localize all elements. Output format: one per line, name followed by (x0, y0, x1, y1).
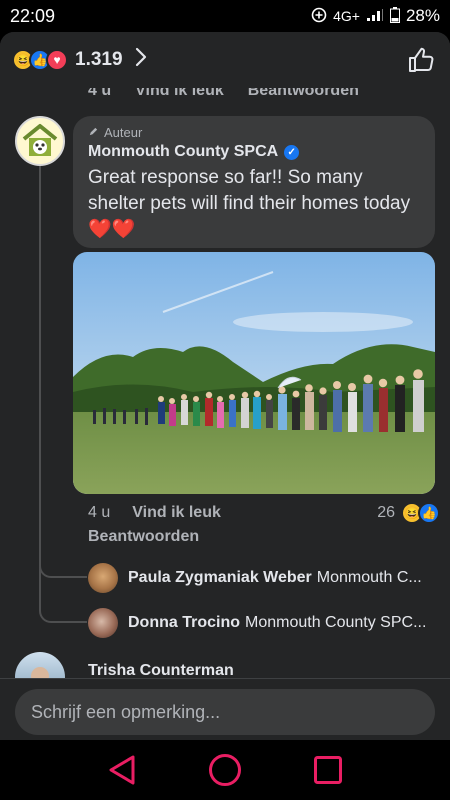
avatar[interactable] (88, 608, 118, 638)
reply-snippet: Monmouth County SPC... (245, 614, 427, 631)
pencil-icon (88, 125, 99, 140)
list-item[interactable]: Paula Zygmaniak Weber Monmouth C... (88, 563, 435, 593)
comment-body: Great response so far!! So many shelter … (88, 165, 420, 243)
avatar[interactable] (15, 116, 65, 166)
reply-connector (39, 575, 87, 623)
chevron-right-icon[interactable] (135, 47, 147, 73)
comment-author[interactable]: Monmouth County SPCA ✓ (88, 143, 420, 161)
comment-author-name[interactable]: Monmouth County SPCA (88, 143, 278, 161)
reply-author[interactable]: Donna Trocino (128, 614, 240, 632)
status-indicators: 4G+ 28% (311, 6, 440, 26)
home-icon[interactable] (205, 750, 245, 790)
battery-icon (389, 6, 400, 26)
reaction-icons: 😆 👍 ♥ (12, 49, 68, 71)
like-link[interactable]: Vind ik leuk (132, 504, 221, 522)
status-bar: 22:09 4G+ 28% (0, 0, 450, 32)
battery-level: 28% (405, 6, 440, 25)
like-icon: 👍 (418, 502, 440, 524)
status-time: 22:09 (10, 5, 56, 26)
comment-bubble[interactable]: Auteur Monmouth County SPCA ✓ Great resp… (73, 116, 435, 248)
thumbs-up-icon[interactable] (404, 43, 438, 77)
author-badge: Auteur (88, 125, 420, 140)
comment-reaction-count[interactable]: 26 (377, 504, 395, 522)
reply-author[interactable]: Paula Zygmaniak Weber (128, 569, 312, 587)
reply-snippet: Monmouth C... (316, 569, 422, 586)
comment-reactions[interactable]: 😆 👍 (401, 502, 440, 524)
reactions-header[interactable]: 😆 👍 ♥ 1.319 (0, 32, 450, 88)
network-type: 4G+ (333, 8, 360, 24)
data-saver-icon (311, 7, 327, 26)
navigation-bar (0, 740, 450, 800)
back-icon[interactable] (102, 750, 142, 790)
recents-icon[interactable] (308, 750, 348, 790)
heart-emoji: ❤️❤️ (88, 219, 136, 240)
comment-text: Great response so far!! So many shelter … (88, 167, 411, 214)
comment-composer: Schrijf een opmerking... (0, 678, 450, 742)
reply-link[interactable]: Beantwoorden (88, 528, 199, 546)
reaction-count[interactable]: 1.319 (75, 49, 123, 71)
comment-input-placeholder: Schrijf een opmerking... (31, 701, 221, 722)
comment-time: 4 u (88, 504, 111, 521)
thread-line (39, 136, 41, 602)
comment-photo[interactable] (73, 252, 435, 494)
comment-actions: 4 u Vind ik leuk 26 😆 👍 (88, 502, 440, 524)
verified-icon: ✓ (284, 144, 300, 160)
signal-icon (366, 8, 384, 25)
love-icon: ♥ (46, 49, 68, 71)
author-badge-label: Auteur (104, 125, 143, 140)
comment-input[interactable]: Schrijf een opmerking... (15, 689, 435, 735)
avatar[interactable] (88, 563, 118, 593)
list-item[interactable]: Donna Trocino Monmouth County SPC... (88, 608, 435, 638)
